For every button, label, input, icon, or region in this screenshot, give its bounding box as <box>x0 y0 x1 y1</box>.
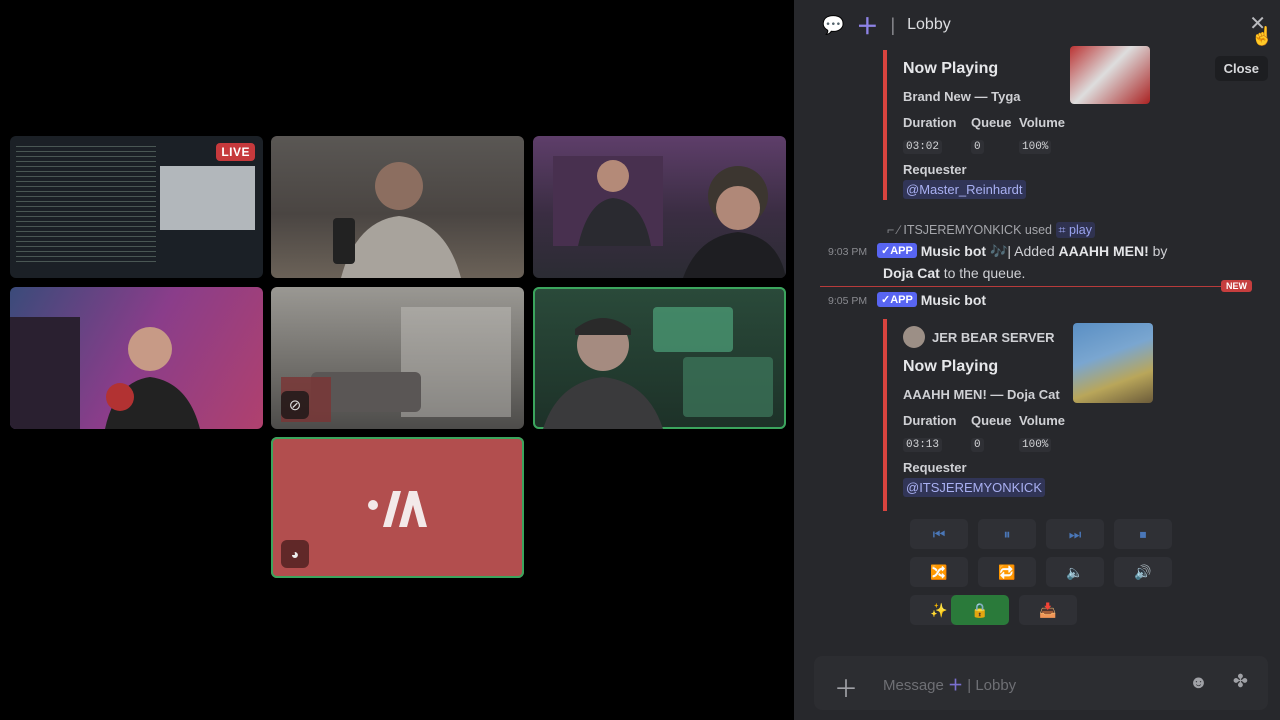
new-messages-divider <box>820 286 1250 287</box>
video-tile-cam-5[interactable]: ⊘ <box>271 287 524 429</box>
avatar-logo <box>368 491 427 527</box>
embed-label-volume: Volume <box>1019 413 1065 428</box>
embed-title: Now Playing <box>903 60 999 77</box>
app-badge: ✓APP <box>877 292 917 307</box>
embed-volume-value: 100% <box>1019 438 1052 452</box>
command-reply: ⌐ ∕ ITSJEREMYONKICK used ⌗ play <box>887 222 1095 238</box>
download-button[interactable]: 📥 <box>1019 595 1077 625</box>
message-text-pre: 🎶| Added <box>989 243 1055 259</box>
camera-off-icon: ⊘ <box>281 391 309 419</box>
channel-plus-icon: ＋ <box>856 14 879 39</box>
bot-author[interactable]: Music bot <box>921 292 986 308</box>
placeholder-separator: | <box>967 677 972 694</box>
channel-separator: | <box>890 14 896 35</box>
pause-button[interactable]: ⏸ <box>978 519 1036 549</box>
embed-label-duration: Duration <box>903 115 957 130</box>
message-artist: Doja Cat <box>883 265 940 281</box>
volume-down-button[interactable]: 🔈 <box>1046 557 1104 587</box>
command-user[interactable]: ITSJEREMYONKICK <box>903 223 1021 237</box>
embed-label-volume: Volume <box>1019 115 1065 130</box>
requester-mention[interactable]: @ITSJEREMYONKICK <box>903 478 1045 497</box>
apps-icon[interactable]: ✤ <box>1233 671 1248 692</box>
next-track-button[interactable]: ⏭ <box>1046 519 1104 549</box>
message-input-placeholder[interactable]: Message ＋ | Lobby <box>883 674 1016 695</box>
embed-server-name: JER BEAR SERVER <box>932 329 1055 345</box>
placeholder-text: Message <box>883 677 944 694</box>
command-name: play <box>1069 223 1092 237</box>
command-chip[interactable]: ⌗ play <box>1055 222 1095 238</box>
video-tile-avatar-7[interactable]: ◕ <box>271 437 524 578</box>
video-grid: LIVE ⊘ ◕ <box>0 0 794 720</box>
message-1: ✓APP Music bot 🎶| Added AAAHH MEN! by <box>877 243 1167 260</box>
channel-title: Lobby <box>907 16 951 33</box>
embed-song: Brand New — Tyga <box>903 89 1021 104</box>
embed-duration-value: 03:02 <box>903 140 943 154</box>
embed-author: JER BEAR SERVER <box>903 326 1055 348</box>
message-by: by <box>1152 243 1168 259</box>
close-tooltip: Close <box>1214 56 1268 81</box>
message-composer[interactable]: ＋ Message ＋ | Lobby ☻ ✤ <box>814 656 1268 710</box>
message-timestamp: 9:03 PM <box>828 246 868 258</box>
embed-label-queue: Queue <box>971 413 1012 428</box>
message-text-post: to the queue. <box>943 265 1026 281</box>
emoji-icon[interactable]: ☻ <box>1189 672 1208 693</box>
embed-label-duration: Duration <box>903 413 957 428</box>
shuffle-button[interactable]: 🔀 <box>910 557 968 587</box>
live-badge: LIVE <box>216 143 255 161</box>
message-song: AAAHH MEN! <box>1058 243 1149 259</box>
embed-volume-value: 100% <box>1019 140 1052 154</box>
stop-button[interactable]: ⏹ <box>1114 519 1172 549</box>
embed-song: AAAHH MEN! — Doja Cat <box>903 387 1060 402</box>
embed-label-queue: Queue <box>971 115 1012 130</box>
chat-header: 💬 ＋ | Lobby <box>794 0 1280 50</box>
message-1-cont: Doja Cat to the queue. <box>883 265 1025 281</box>
embed-title: Now Playing <box>903 358 999 375</box>
reply-glyph: ⌐ ∕ <box>887 223 904 237</box>
album-art-1 <box>1070 46 1150 104</box>
now-playing-embed-1: Now Playing Brand New — Tyga Duration Qu… <box>883 46 1153 200</box>
video-tile-cam-2[interactable] <box>271 136 524 278</box>
video-tile-cam-4[interactable] <box>10 287 263 429</box>
album-art-2 <box>1073 323 1153 403</box>
embed-requester-label: Requester <box>903 460 967 475</box>
participant-silhouette <box>543 307 773 429</box>
new-badge: NEW <box>1221 280 1252 292</box>
video-tile-cam-3[interactable] <box>533 136 786 278</box>
stage-speaker-icon: ◕ <box>281 540 309 568</box>
volume-up-button[interactable]: 🔊 <box>1114 557 1172 587</box>
repeat-button[interactable]: 🔁 <box>978 557 1036 587</box>
message-timestamp: 9:05 PM <box>828 295 868 307</box>
embed-queue-value: 0 <box>971 438 984 452</box>
placeholder-channel: Lobby <box>975 677 1017 694</box>
spreadsheet-preview <box>160 166 255 230</box>
bot-author[interactable]: Music bot <box>921 243 986 259</box>
participant-silhouette <box>553 156 786 278</box>
channel-plus-icon: ＋ <box>948 677 964 694</box>
embed-duration-value: 03:13 <box>903 438 943 452</box>
app-badge: ✓APP <box>877 243 917 258</box>
participant-silhouette <box>10 317 200 429</box>
embed-queue-value: 0 <box>971 140 984 154</box>
video-tile-cam-6[interactable] <box>533 287 786 429</box>
chat-bubble-icon: 💬 <box>822 14 845 35</box>
video-tile-screen-share[interactable]: LIVE <box>10 136 263 278</box>
requester-mention[interactable]: @Master_Reinhardt <box>903 180 1026 199</box>
lock-button[interactable]: 🔒 <box>951 595 1009 625</box>
participant-silhouette <box>333 162 461 278</box>
message-2: ✓APP Music bot <box>877 292 986 308</box>
mouse-cursor-icon: ☝ <box>1251 26 1274 46</box>
command-used: used <box>1024 223 1053 237</box>
now-playing-embed-2: JER BEAR SERVER Now Playing AAAHH MEN! —… <box>883 319 1153 511</box>
attach-plus-icon[interactable]: ＋ <box>834 669 858 704</box>
embed-requester-label: Requester <box>903 162 967 177</box>
server-avatar <box>903 326 925 348</box>
code-editor-preview <box>16 146 156 266</box>
chat-panel: 💬 ＋ | Lobby ✕ Close Now Playing Brand Ne… <box>794 0 1280 720</box>
previous-track-button[interactable]: ⏮ <box>910 519 968 549</box>
